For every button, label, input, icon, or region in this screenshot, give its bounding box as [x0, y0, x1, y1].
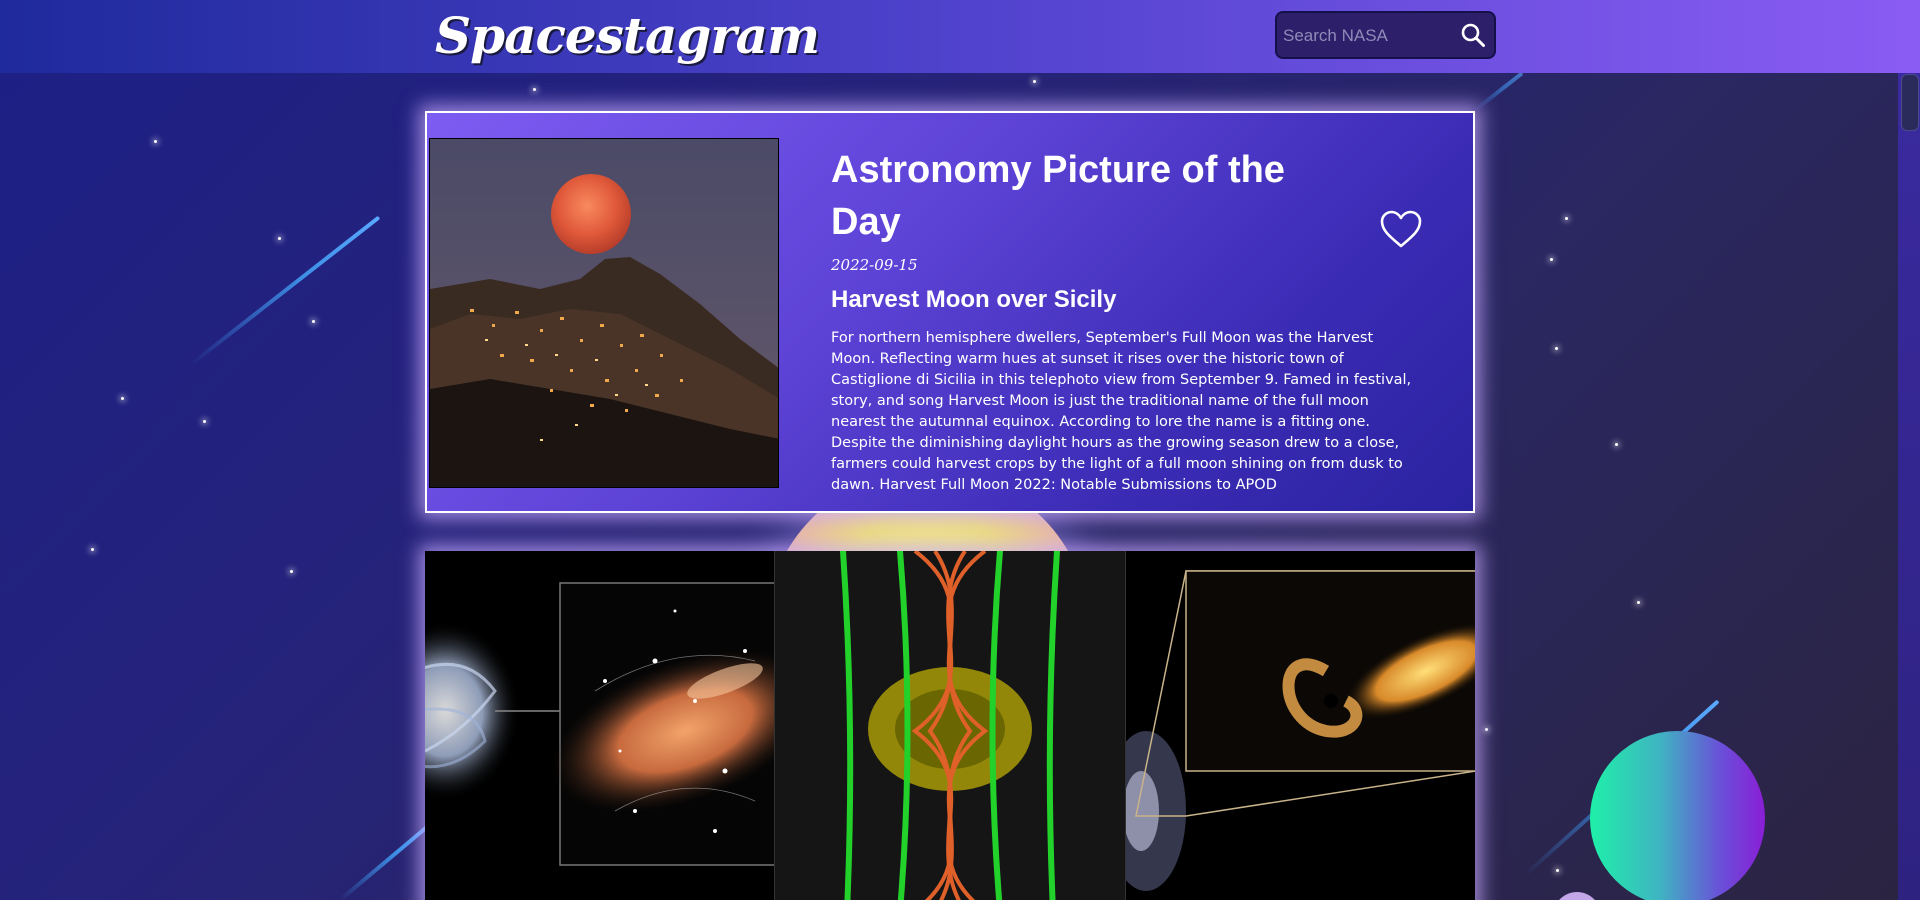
star — [533, 88, 536, 91]
page-scrollbar-thumb[interactable] — [1901, 74, 1919, 131]
page-scrollbar-track[interactable] — [1898, 73, 1920, 900]
star — [1555, 347, 1558, 350]
star — [312, 320, 315, 323]
apod-heading: Astronomy Picture of the Day — [831, 149, 1285, 243]
gallery-tile-galaxy[interactable] — [425, 551, 775, 900]
star — [121, 397, 124, 400]
shooting-star-streak — [338, 821, 434, 900]
planet-decoration — [1590, 731, 1765, 900]
star — [1556, 869, 1559, 872]
moon-decoration — [1553, 892, 1601, 900]
top-header: Spacestagram — [0, 0, 1920, 73]
apod-date: 2022-09-15 — [831, 256, 918, 274]
star — [1033, 80, 1036, 83]
star — [1565, 217, 1568, 220]
apod-title: Harvest Moon over Sicily — [831, 286, 1117, 313]
star — [1485, 728, 1488, 731]
gallery-tile-magnetic-field[interactable] — [774, 551, 1126, 900]
search-box — [1275, 11, 1496, 59]
star — [290, 570, 293, 573]
app-logo[interactable]: Spacestagram — [435, 6, 820, 65]
apod-text-block: Astronomy Picture of the Day 2022-09-15 … — [831, 144, 1416, 496]
star — [1615, 443, 1618, 446]
gallery-tile-black-hole[interactable] — [1125, 551, 1475, 900]
shooting-star-streak — [188, 215, 381, 367]
search-input[interactable] — [1281, 21, 1455, 51]
star — [278, 237, 281, 240]
image-gallery — [425, 551, 1475, 900]
heart-outline-icon[interactable] — [1379, 209, 1423, 249]
apod-card: Astronomy Picture of the Day 2022-09-15 … — [425, 111, 1475, 513]
star — [154, 140, 157, 143]
apod-explanation: For northern hemisphere dwellers, Septem… — [831, 330, 1412, 493]
apod-image[interactable] — [429, 138, 779, 488]
star — [91, 548, 94, 551]
search-icon[interactable] — [1460, 22, 1486, 48]
star — [203, 420, 206, 423]
star — [1550, 258, 1553, 261]
shooting-star-streak — [1473, 71, 1524, 112]
star — [1637, 601, 1640, 604]
